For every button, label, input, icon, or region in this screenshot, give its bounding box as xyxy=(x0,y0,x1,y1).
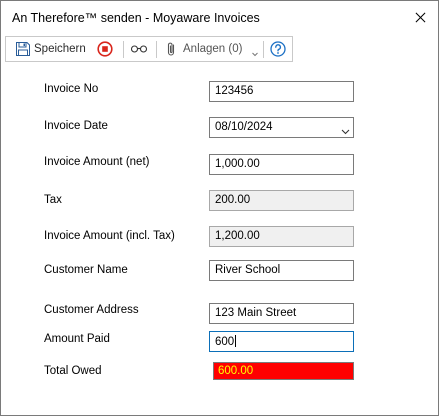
save-icon xyxy=(15,41,31,57)
save-label: Speichern xyxy=(34,43,86,55)
invoice-amount-incl-tax-value: 1,200.00 xyxy=(215,230,260,242)
amount-paid-text: 600 xyxy=(215,335,237,348)
text-caret xyxy=(235,335,237,347)
total-owed-label: Total Owed xyxy=(44,365,102,377)
help-button[interactable] xyxy=(270,37,286,61)
stop-button[interactable] xyxy=(97,37,113,61)
invoice-amount-net-value: 1,000.00 xyxy=(215,158,260,170)
toolbar-separator xyxy=(123,41,124,58)
save-button[interactable]: Speichern xyxy=(15,37,86,61)
chevron-down-icon[interactable] xyxy=(251,45,259,57)
invoice-date-value: 08/10/2024 xyxy=(215,121,273,133)
title-bar: An Therefore™ senden - Moyaware Invoices xyxy=(1,1,438,35)
customer-name-value: River School xyxy=(215,264,281,276)
tax-label: Tax xyxy=(44,194,62,206)
invoice-no-value: 123456 xyxy=(215,85,254,97)
customer-address-field[interactable]: 123 Main Street xyxy=(209,303,354,324)
customer-address-value: 123 Main Street xyxy=(215,307,297,319)
invoice-no-field[interactable]: 123456 xyxy=(209,81,354,102)
tax-field: 200.00 xyxy=(209,190,354,211)
chevron-down-icon[interactable] xyxy=(341,123,350,135)
window-title: An Therefore™ senden - Moyaware Invoices xyxy=(12,11,260,25)
invoice-amount-incl-tax-field: 1,200.00 xyxy=(209,226,354,247)
customer-name-field[interactable]: River School xyxy=(209,260,354,281)
customer-name-label: Customer Name xyxy=(44,264,128,276)
total-owed-value: 600.00 xyxy=(218,365,254,377)
glasses-icon xyxy=(130,41,148,57)
total-owed-field: 600.00 xyxy=(213,362,354,380)
invoice-date-label: Invoice Date xyxy=(44,120,108,132)
invoice-date-picker[interactable]: 08/10/2024 xyxy=(209,117,354,138)
toolbar-separator xyxy=(156,41,157,58)
help-icon xyxy=(270,41,286,57)
paperclip-icon xyxy=(164,41,178,57)
invoice-amount-net-label: Invoice Amount (net) xyxy=(44,156,150,168)
close-icon[interactable] xyxy=(402,1,438,35)
invoice-amount-incl-tax-label: Invoice Amount (incl. Tax) xyxy=(44,230,175,242)
preview-button[interactable] xyxy=(130,37,148,61)
stop-icon xyxy=(97,41,113,57)
dialog-window: An Therefore™ senden - Moyaware Invoices… xyxy=(0,0,439,416)
invoice-no-label: Invoice No xyxy=(44,83,99,95)
customer-address-label: Customer Address xyxy=(44,304,139,316)
toolbar: Speichern Anlagen (0) xyxy=(5,36,293,62)
amount-paid-field[interactable]: 600 xyxy=(209,331,354,352)
amount-paid-label: Amount Paid xyxy=(44,333,110,345)
amount-paid-value: 600 xyxy=(215,336,235,348)
tax-value: 200.00 xyxy=(215,194,251,206)
toolbar-separator xyxy=(263,41,264,58)
attachments-button[interactable]: Anlagen (0) xyxy=(164,37,259,61)
attachments-label: Anlagen (0) xyxy=(183,43,243,55)
invoice-amount-net-field[interactable]: 1,000.00 xyxy=(209,154,354,175)
